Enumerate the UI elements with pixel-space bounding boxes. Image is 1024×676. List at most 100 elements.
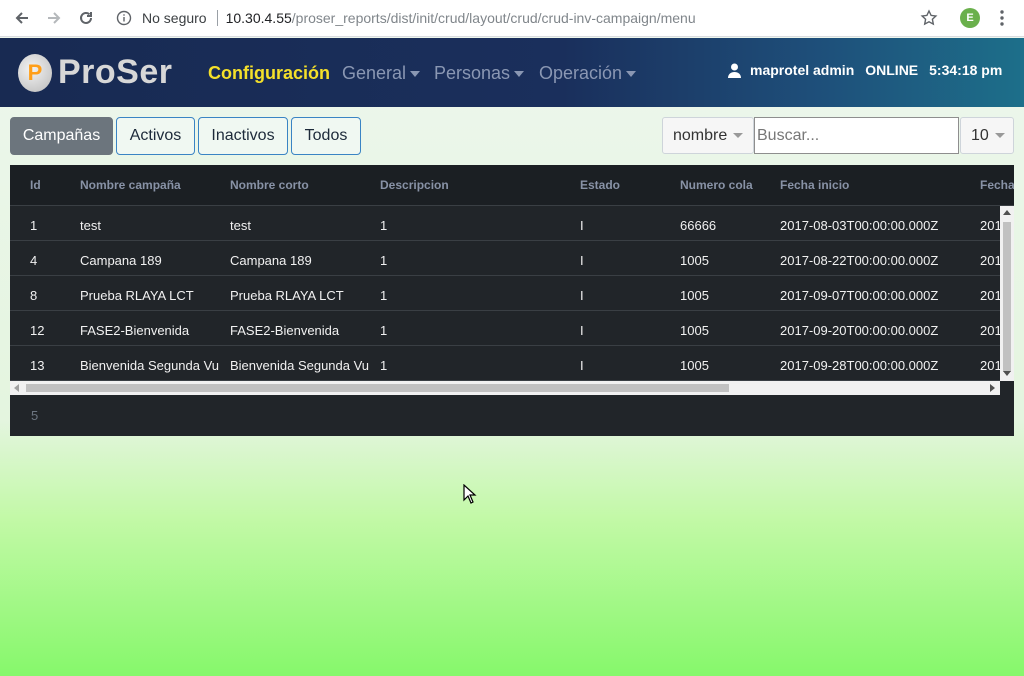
url-host: 10.30.4.55 xyxy=(225,10,292,26)
cell-estado: I xyxy=(580,323,584,338)
bookmark-star-icon[interactable] xyxy=(920,9,938,27)
filter-inactivos-button[interactable]: Inactivos xyxy=(198,117,288,155)
cell-id: 1 xyxy=(30,218,38,233)
cell-nombre-corto: test xyxy=(230,218,251,233)
column-header-nombre-corto[interactable]: Nombre corto xyxy=(230,178,309,192)
scroll-up-icon[interactable] xyxy=(1003,210,1011,215)
table-row[interactable]: 1 test test 1 I 66666 2017-08-03T00:00:0… xyxy=(10,206,1000,241)
horizontal-scrollbar[interactable] xyxy=(10,381,1000,395)
cell-fecha-inicio: 2017-09-28T00:00:00.000Z xyxy=(780,358,939,373)
table-row[interactable]: 12 FASE2-Bienvenida FASE2-Bienvenida 1 I… xyxy=(10,311,1000,346)
cell-nombre-campana: Bienvenida Segunda Vu xyxy=(80,358,220,373)
cell-id: 13 xyxy=(30,358,45,373)
user-name: maprotel admin xyxy=(750,62,855,78)
browser-toolbar: No seguro 10.30.4.55/proser_reports/dist… xyxy=(0,0,1024,37)
table-header: Id Nombre campaña Nombre corto Descripci… xyxy=(10,165,1014,206)
column-header-estado[interactable]: Estado xyxy=(580,178,620,192)
cell-fecha-inicio: 2017-08-22T00:00:00.000Z xyxy=(780,253,939,268)
filter-activos-button[interactable]: Activos xyxy=(116,117,195,155)
cell-descripcion: 1 xyxy=(380,358,388,373)
column-header-fecha-fin[interactable]: Fecha xyxy=(980,178,1014,192)
column-header-id[interactable]: Id xyxy=(30,178,41,192)
cell-id: 4 xyxy=(30,253,38,268)
cell-nombre-campana: test xyxy=(80,218,101,233)
cell-fecha-fin: 201 xyxy=(980,253,1000,268)
scroll-right-icon[interactable] xyxy=(990,384,995,392)
cell-numero-cola: 1005 xyxy=(680,253,709,268)
reload-icon[interactable] xyxy=(72,4,100,32)
cell-estado: I xyxy=(580,218,584,233)
cell-nombre-corto: Campana 189 xyxy=(230,253,312,268)
column-header-nombre-campana[interactable]: Nombre campaña xyxy=(80,178,181,192)
cell-descripcion: 1 xyxy=(380,253,388,268)
table-footer: 5 xyxy=(10,396,1014,436)
table-row[interactable]: 4 Campana 189 Campana 189 1 I 1005 2017-… xyxy=(10,241,1000,276)
cell-fecha-fin: 201 xyxy=(980,323,1000,338)
url-path: /proser_reports/dist/init/crud/layout/cr… xyxy=(291,10,696,26)
menu-operacion[interactable]: Operación xyxy=(539,62,637,84)
chevron-down-icon xyxy=(994,133,1005,138)
logo-mark-icon: P xyxy=(18,53,52,92)
cell-estado: I xyxy=(580,253,584,268)
filter-todos-button[interactable]: Todos xyxy=(291,117,361,155)
search-field-select[interactable]: nombre xyxy=(662,117,754,154)
cell-descripcion: 1 xyxy=(380,218,388,233)
cell-descripcion: 1 xyxy=(380,323,388,338)
cell-nombre-corto: Prueba RLAYA LCT xyxy=(230,288,344,303)
scroll-down-icon[interactable] xyxy=(1003,371,1011,376)
forward-arrow-icon[interactable] xyxy=(40,4,68,32)
cell-fecha-fin: 201 xyxy=(980,358,1000,373)
menu-operacion-label: Operación xyxy=(539,63,623,83)
menu-general[interactable]: General xyxy=(342,62,421,84)
address-bar[interactable]: No seguro 10.30.4.55/proser_reports/dist… xyxy=(116,8,696,28)
column-header-fecha-inicio[interactable]: Fecha inicio xyxy=(780,178,849,192)
user-info: maprotel admin ONLINE 5:34:18 pm xyxy=(728,62,1002,78)
chevron-down-icon xyxy=(410,71,421,78)
filter-campanas-button[interactable]: Campañas xyxy=(10,117,113,155)
cell-nombre-corto: FASE2-Bienvenida xyxy=(230,323,340,338)
column-header-numero-cola[interactable]: Numero cola xyxy=(680,178,753,192)
back-arrow-icon[interactable] xyxy=(8,4,36,32)
cell-numero-cola: 66666 xyxy=(680,218,717,233)
cell-numero-cola: 1005 xyxy=(680,288,709,303)
menu-personas[interactable]: Personas xyxy=(434,62,525,84)
cell-fecha-inicio: 2017-08-03T00:00:00.000Z xyxy=(780,218,939,233)
user-icon xyxy=(728,63,741,78)
cell-estado: I xyxy=(580,288,584,303)
cell-nombre-campana: Prueba RLAYA LCT xyxy=(80,288,194,303)
vertical-scroll-thumb[interactable] xyxy=(1003,222,1011,372)
logo-text: ProSer xyxy=(58,53,173,91)
cell-nombre-campana: FASE2-Bienvenida xyxy=(80,323,190,338)
horizontal-scroll-thumb[interactable] xyxy=(26,384,729,392)
cell-id: 8 xyxy=(30,288,38,303)
table-row[interactable]: 13 Bienvenida Segunda Vu Bienvenida Segu… xyxy=(10,346,1000,381)
cell-nombre-campana: Campana 189 xyxy=(80,253,162,268)
profile-avatar[interactable]: E xyxy=(960,8,980,28)
column-header-descripcion[interactable]: Descripcion xyxy=(380,178,449,192)
clock-time: 5:34:18 pm xyxy=(929,62,1003,78)
row-count: 5 xyxy=(31,408,39,423)
page-size-select[interactable]: 10 xyxy=(960,117,1014,154)
logo[interactable]: P ProSer xyxy=(18,53,173,92)
more-menu-icon[interactable] xyxy=(996,9,1008,27)
chevron-down-icon xyxy=(514,71,525,78)
search-field-value: nombre xyxy=(673,126,728,144)
menu-personas-label: Personas xyxy=(434,63,511,83)
scroll-left-icon[interactable] xyxy=(14,384,19,392)
user-status: ONLINE xyxy=(865,62,919,78)
security-label: No seguro xyxy=(142,10,207,26)
menu-general-label: General xyxy=(342,63,407,83)
info-icon[interactable] xyxy=(116,10,132,26)
menu-configuracion[interactable]: Configuración xyxy=(208,62,330,84)
page-size-value: 10 xyxy=(971,126,989,144)
cell-id: 12 xyxy=(30,323,45,338)
vertical-scrollbar[interactable] xyxy=(1000,206,1014,381)
url-divider xyxy=(216,10,218,26)
cell-descripcion: 1 xyxy=(380,288,388,303)
cell-fecha-fin: 201 xyxy=(980,218,1000,233)
cell-estado: I xyxy=(580,358,584,373)
table-row[interactable]: 8 Prueba RLAYA LCT Prueba RLAYA LCT 1 I … xyxy=(10,276,1000,311)
campaign-table: Id Nombre campaña Nombre corto Descripci… xyxy=(10,165,1014,436)
search-input[interactable] xyxy=(754,117,959,154)
table-body: 1 test test 1 I 66666 2017-08-03T00:00:0… xyxy=(10,206,1000,381)
